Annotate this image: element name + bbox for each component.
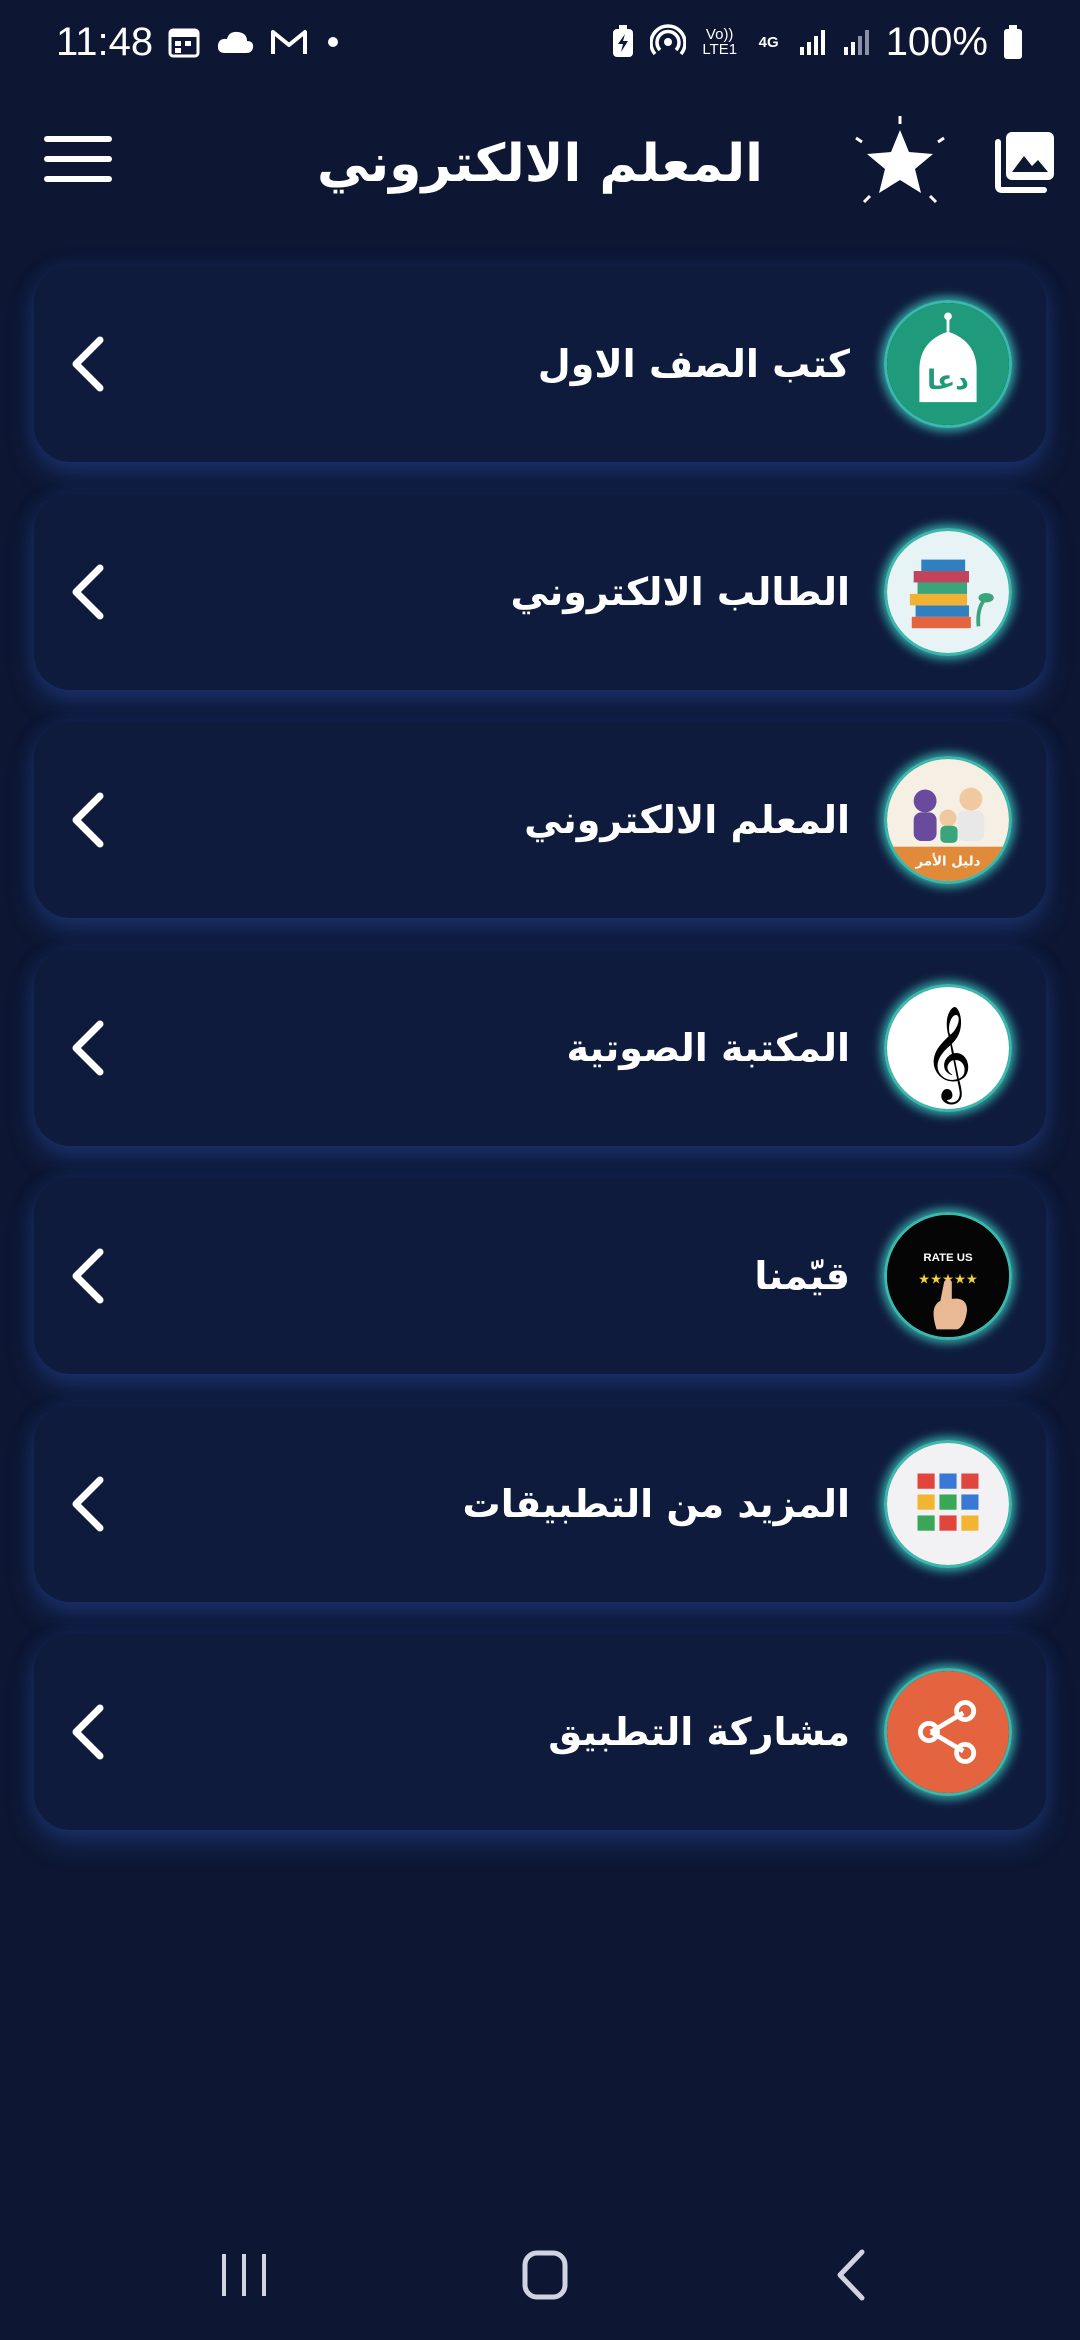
chevron-left-icon [64,1702,114,1762]
gmail-icon [269,27,309,57]
app-title: المعلم الالكتروني [316,134,763,194]
share-icon [884,1668,1012,1796]
gallery-icon[interactable] [990,128,1058,196]
recents-icon[interactable] [200,2240,290,2310]
menu-item-more-apps[interactable]: المزيد من التطبيقات [34,1406,1046,1602]
home-icon[interactable] [500,2240,590,2310]
menu-item-first-grade-books[interactable]: كتب الصف الاول دعا [34,266,1046,462]
menu-item-audio-library[interactable]: المكتبة الصوتية 𝄞 [34,950,1046,1146]
network-type-label: 4G [758,33,779,51]
chevron-left-icon [64,790,114,850]
svg-text:دعا: دعا [927,365,969,396]
back-icon[interactable] [806,2240,896,2310]
battery-saver-icon [610,25,636,59]
menu-item-label: مشاركة التطبيق [548,1710,850,1754]
volte-icon: Vo)) LTE1 [702,26,738,58]
svg-text:دليل الأمر: دليل الأمر [915,853,981,870]
star-icon[interactable] [852,114,948,210]
svg-text:RATE US: RATE US [923,1252,973,1264]
system-nav-bar [0,2200,1080,2340]
treble-clef-icon: 𝄞 [884,984,1012,1112]
rate-us-icon: RATE US ★★★★★ [884,1212,1012,1340]
parents-guide-icon: دليل الأمر [884,756,1012,884]
menu-item-label: المزيد من التطبيقات [462,1482,850,1526]
menu-item-label: كتب الصف الاول [537,342,850,386]
chevron-left-icon [64,334,114,394]
menu-item-share-app[interactable]: مشاركة التطبيق [34,1634,1046,1830]
hotspot-icon [649,24,686,60]
calendar-icon [167,25,201,59]
status-time: 11:48 [56,19,154,64]
apps-grid-icon [884,1440,1012,1568]
status-right: Vo)) LTE1 4G 100% [610,20,1024,65]
menu-item-label: الطالب الالكتروني [510,570,850,614]
signal-icon [798,27,828,57]
menu-item-e-teacher[interactable]: المعلم الالكتروني دليل الأمر [34,722,1046,918]
menu-item-label: المكتبة الصوتية [566,1026,850,1070]
chevron-left-icon [64,562,114,622]
svg-text:𝄞: 𝄞 [924,1005,972,1104]
battery-icon [1002,24,1024,60]
doaa-mosque-icon: دعا [884,300,1012,428]
menu-item-rate-us[interactable]: قيّمنا RATE US ★★★★★ [34,1178,1046,1374]
chevron-left-icon [64,1018,114,1078]
menu-item-label: قيّمنا [754,1254,850,1298]
signal-icon [842,27,872,57]
status-left: 11:48 [56,20,343,65]
menu-list: كتب الصف الاول دعا الطالب الالكتروني الم… [34,266,1046,1862]
app-bar: المعلم الالكتروني [0,84,1080,234]
books-stack-icon [884,528,1012,656]
menu-item-label: المعلم الالكتروني [524,798,850,842]
chevron-left-icon [64,1474,114,1534]
battery-percent: 100% [885,19,988,64]
dot-icon [323,32,343,52]
hamburger-menu-icon[interactable] [40,132,120,192]
chevron-left-icon [64,1246,114,1306]
status-bar: 11:48 Vo)) LTE1 4G 100% [0,0,1080,84]
cloud-icon [215,27,255,57]
menu-item-e-student[interactable]: الطالب الالكتروني [34,494,1046,690]
